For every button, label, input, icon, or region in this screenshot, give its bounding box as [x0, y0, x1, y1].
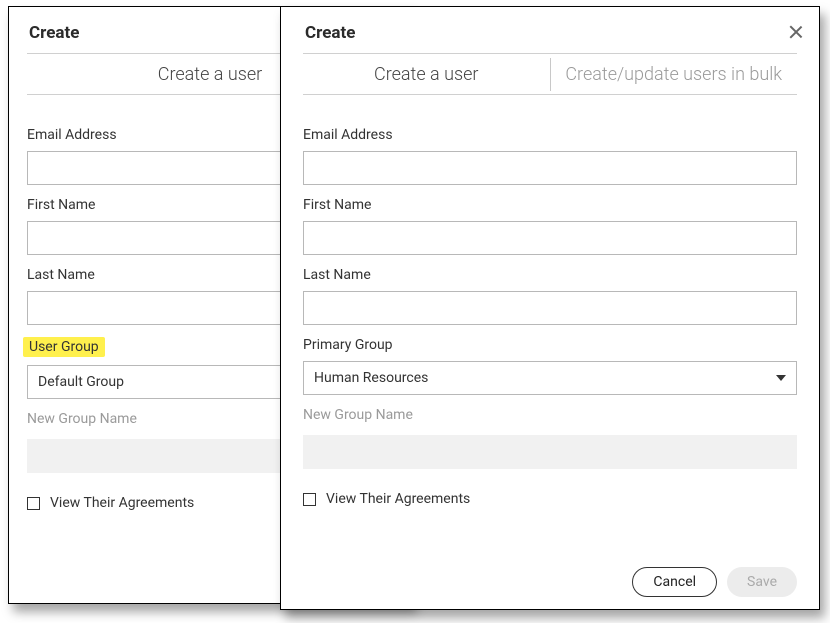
view-agreements-label: View Their Agreements	[326, 491, 470, 507]
primary-group-value: Human Resources	[314, 370, 428, 386]
new-group-name-input	[303, 435, 797, 469]
tab-create-user[interactable]: Create a user	[303, 58, 550, 91]
last-name-label: Last Name	[27, 267, 95, 283]
chevron-down-icon	[776, 375, 786, 381]
first-name-label: First Name	[303, 197, 371, 213]
last-name-input[interactable]	[303, 291, 797, 325]
new-group-name-label: New Group Name	[27, 411, 137, 427]
primary-group-select[interactable]: Human Resources	[303, 361, 797, 395]
view-agreements-checkbox[interactable]	[27, 497, 40, 510]
create-panel-right: Create Create a user Create/update users…	[280, 6, 820, 610]
view-agreements-checkbox[interactable]	[303, 493, 316, 506]
email-label: Email Address	[303, 127, 393, 143]
primary-group-label: Primary Group	[303, 337, 393, 353]
view-agreements-row: View Their Agreements	[303, 491, 797, 507]
cancel-button[interactable]: Cancel	[632, 567, 717, 597]
tab-bulk-users[interactable]: Create/update users in bulk	[550, 58, 798, 91]
first-name-label: First Name	[27, 197, 95, 213]
tabs-right: Create a user Create/update users in bul…	[303, 53, 797, 95]
view-agreements-label: View Their Agreements	[50, 495, 194, 511]
first-name-input[interactable]	[303, 221, 797, 255]
new-group-name-label: New Group Name	[303, 407, 413, 423]
email-input[interactable]	[303, 151, 797, 185]
close-icon[interactable]	[787, 23, 805, 41]
user-group-value: Default Group	[38, 374, 124, 390]
save-button: Save	[727, 567, 797, 597]
last-name-label: Last Name	[303, 267, 371, 283]
dialog-footer: Cancel Save	[632, 567, 797, 597]
panel-title: Create	[305, 23, 797, 43]
user-group-label: User Group	[23, 337, 105, 357]
email-label: Email Address	[27, 127, 117, 143]
